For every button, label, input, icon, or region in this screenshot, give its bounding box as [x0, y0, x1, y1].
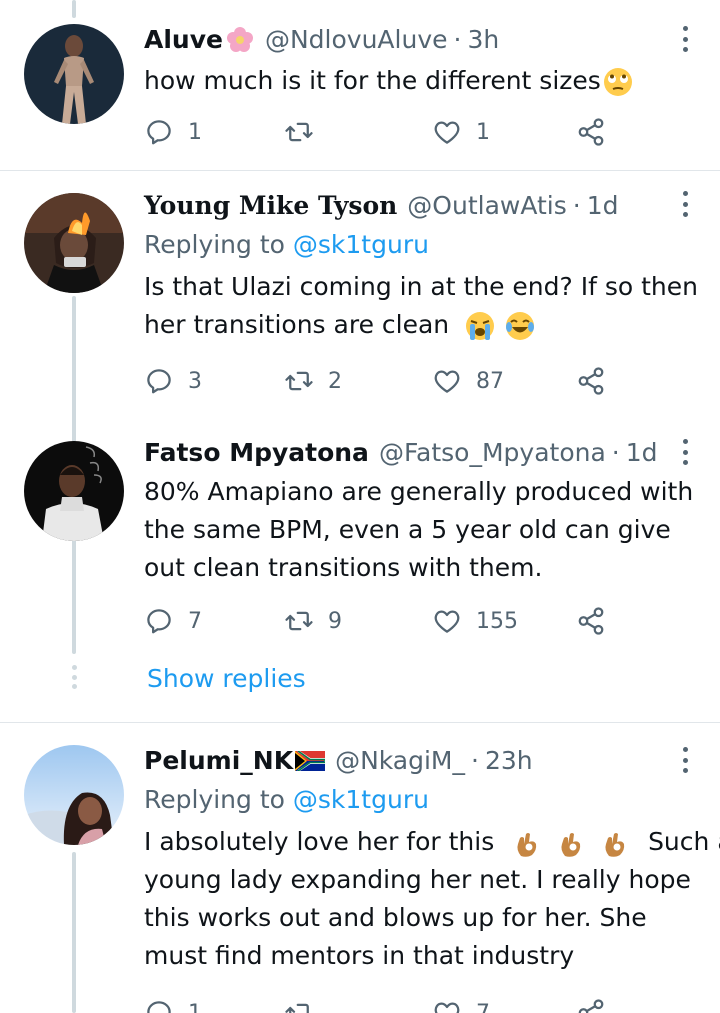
reply-icon — [147, 609, 171, 634]
tweet-text: Is that Ulazi coming in at the end? If s… — [144, 272, 698, 340]
display-name[interactable]: Fatso Mpyatona — [144, 433, 369, 473]
like-count: 7 — [476, 1000, 490, 1013]
reply-count: 1 — [188, 1000, 202, 1013]
south-africa-flag-icon — [295, 751, 326, 771]
like-button[interactable]: 7 — [432, 993, 490, 1013]
replying-to: Replying to @sk1tguru — [144, 230, 429, 259]
user-handle[interactable]: @NdlovuAluve — [265, 20, 448, 60]
reply-count: 1 — [188, 119, 202, 145]
show-replies-link[interactable]: Show replies — [147, 659, 306, 699]
retweet-count: 9 — [328, 608, 342, 634]
retweet-button[interactable] — [284, 993, 328, 1013]
tweet-text: I absolutely love her for this Such a — [144, 827, 720, 970]
like-count: 87 — [476, 368, 504, 394]
share-icon — [578, 999, 604, 1013]
reply-button[interactable]: 7 — [144, 601, 202, 641]
tweet-actions: 1 1 — [144, 112, 624, 152]
reply-count: 3 — [188, 368, 202, 394]
tweet-header: Fatso Mpyatona @Fatso_Mpyatona · 1d — [144, 433, 700, 473]
display-name[interactable]: Young Mike Tyson — [144, 186, 397, 226]
timestamp[interactable]: 1d — [626, 433, 658, 473]
timestamp[interactable]: 3h — [467, 20, 499, 60]
retweet-count: 2 — [328, 368, 342, 394]
retweet-button[interactable] — [284, 112, 328, 152]
ok-hand-emoji-icon — [605, 833, 625, 857]
tweet-text: how much is it for the different sizes — [144, 62, 700, 100]
tweet-4[interactable]: Pelumi_NK @NkagiM_ · 23h Replying to @sk… — [0, 723, 720, 1013]
reply-count: 7 — [188, 608, 202, 634]
share-icon — [578, 367, 604, 395]
reply-icon — [147, 120, 171, 145]
timestamp[interactable]: 1d — [587, 186, 619, 226]
tweet-2[interactable]: Young Mike Tyson @OutlawAtis · 1d Replyi… — [0, 171, 720, 421]
like-icon — [434, 121, 460, 144]
more-vertical-icon — [682, 747, 688, 752]
like-button[interactable]: 1 — [432, 112, 490, 152]
timestamp[interactable]: 23h — [485, 741, 533, 781]
display-name[interactable]: Aluve — [144, 20, 223, 60]
more-vertical-icon — [682, 191, 688, 196]
flower-emoji-icon — [226, 27, 253, 52]
tweet-actions: 3 2 87 — [144, 361, 624, 401]
like-icon — [434, 1002, 460, 1013]
tweet-header: Aluve @NdlovuAluve · 3h — [144, 20, 700, 60]
retweet-icon — [285, 122, 313, 142]
tweet-thread: Aluve @NdlovuAluve · 3h how much is it f… — [0, 0, 720, 1013]
like-icon — [434, 610, 460, 633]
reply-button[interactable]: 1 — [144, 112, 202, 152]
tweet-1[interactable]: Aluve @NdlovuAluve · 3h how much is it f… — [0, 0, 720, 170]
tweet-text: 80% Amapiano are generally produced with… — [144, 477, 694, 582]
retweet-icon — [285, 371, 313, 391]
like-icon — [434, 370, 460, 393]
tweet-3[interactable]: Fatso Mpyatona @Fatso_Mpyatona · 1d 80% … — [0, 421, 720, 721]
user-handle[interactable]: @Fatso_Mpyatona — [379, 433, 606, 473]
eye-roll-emoji-icon — [603, 68, 632, 96]
more-options-button[interactable] — [680, 26, 690, 52]
share-button[interactable] — [576, 601, 606, 641]
tweet-header: Pelumi_NK @NkagiM_ · 23h — [144, 741, 700, 781]
avatar[interactable] — [24, 24, 124, 124]
more-vertical-icon — [682, 26, 688, 31]
retweet-icon — [285, 1003, 309, 1013]
share-icon — [578, 607, 604, 635]
more-vertical-icon — [682, 439, 688, 444]
replying-to: Replying to @sk1tguru — [144, 785, 429, 814]
reply-button[interactable]: 3 — [144, 361, 202, 401]
tweet-actions: 1 7 — [144, 993, 624, 1013]
user-handle[interactable]: @NkagiM_ — [335, 741, 465, 781]
joy-emoji-icon — [506, 312, 535, 340]
share-button[interactable] — [576, 993, 606, 1013]
reply-button[interactable]: 1 — [144, 993, 202, 1013]
share-button[interactable] — [576, 361, 606, 401]
tweet-actions: 7 9 155 — [144, 601, 624, 641]
display-name[interactable]: Pelumi_NK — [144, 741, 293, 781]
more-options-button[interactable] — [680, 191, 690, 217]
reply-icon — [147, 1001, 171, 1013]
avatar[interactable] — [24, 441, 124, 541]
reply-icon — [147, 369, 171, 394]
mention-link[interactable]: @sk1tguru — [293, 230, 429, 259]
like-count: 1 — [476, 119, 490, 145]
ok-hand-emoji-icon — [517, 833, 537, 857]
like-count: 155 — [476, 608, 518, 634]
user-handle[interactable]: @OutlawAtis — [407, 186, 566, 226]
like-button[interactable]: 155 — [432, 601, 518, 641]
retweet-icon — [285, 611, 313, 631]
avatar[interactable] — [24, 745, 124, 845]
more-options-button[interactable] — [680, 439, 690, 465]
more-options-button[interactable] — [680, 747, 690, 773]
tweet-header: Young Mike Tyson @OutlawAtis · 1d — [144, 186, 700, 226]
like-button[interactable]: 87 — [432, 361, 504, 401]
avatar[interactable] — [24, 193, 124, 293]
retweet-button[interactable]: 2 — [284, 361, 342, 401]
share-icon — [578, 118, 604, 146]
retweet-button[interactable]: 9 — [284, 601, 342, 641]
share-button[interactable] — [576, 112, 606, 152]
mention-link[interactable]: @sk1tguru — [293, 785, 429, 814]
ok-hand-emoji-icon — [561, 833, 581, 857]
crying-emoji-icon — [466, 312, 495, 340]
